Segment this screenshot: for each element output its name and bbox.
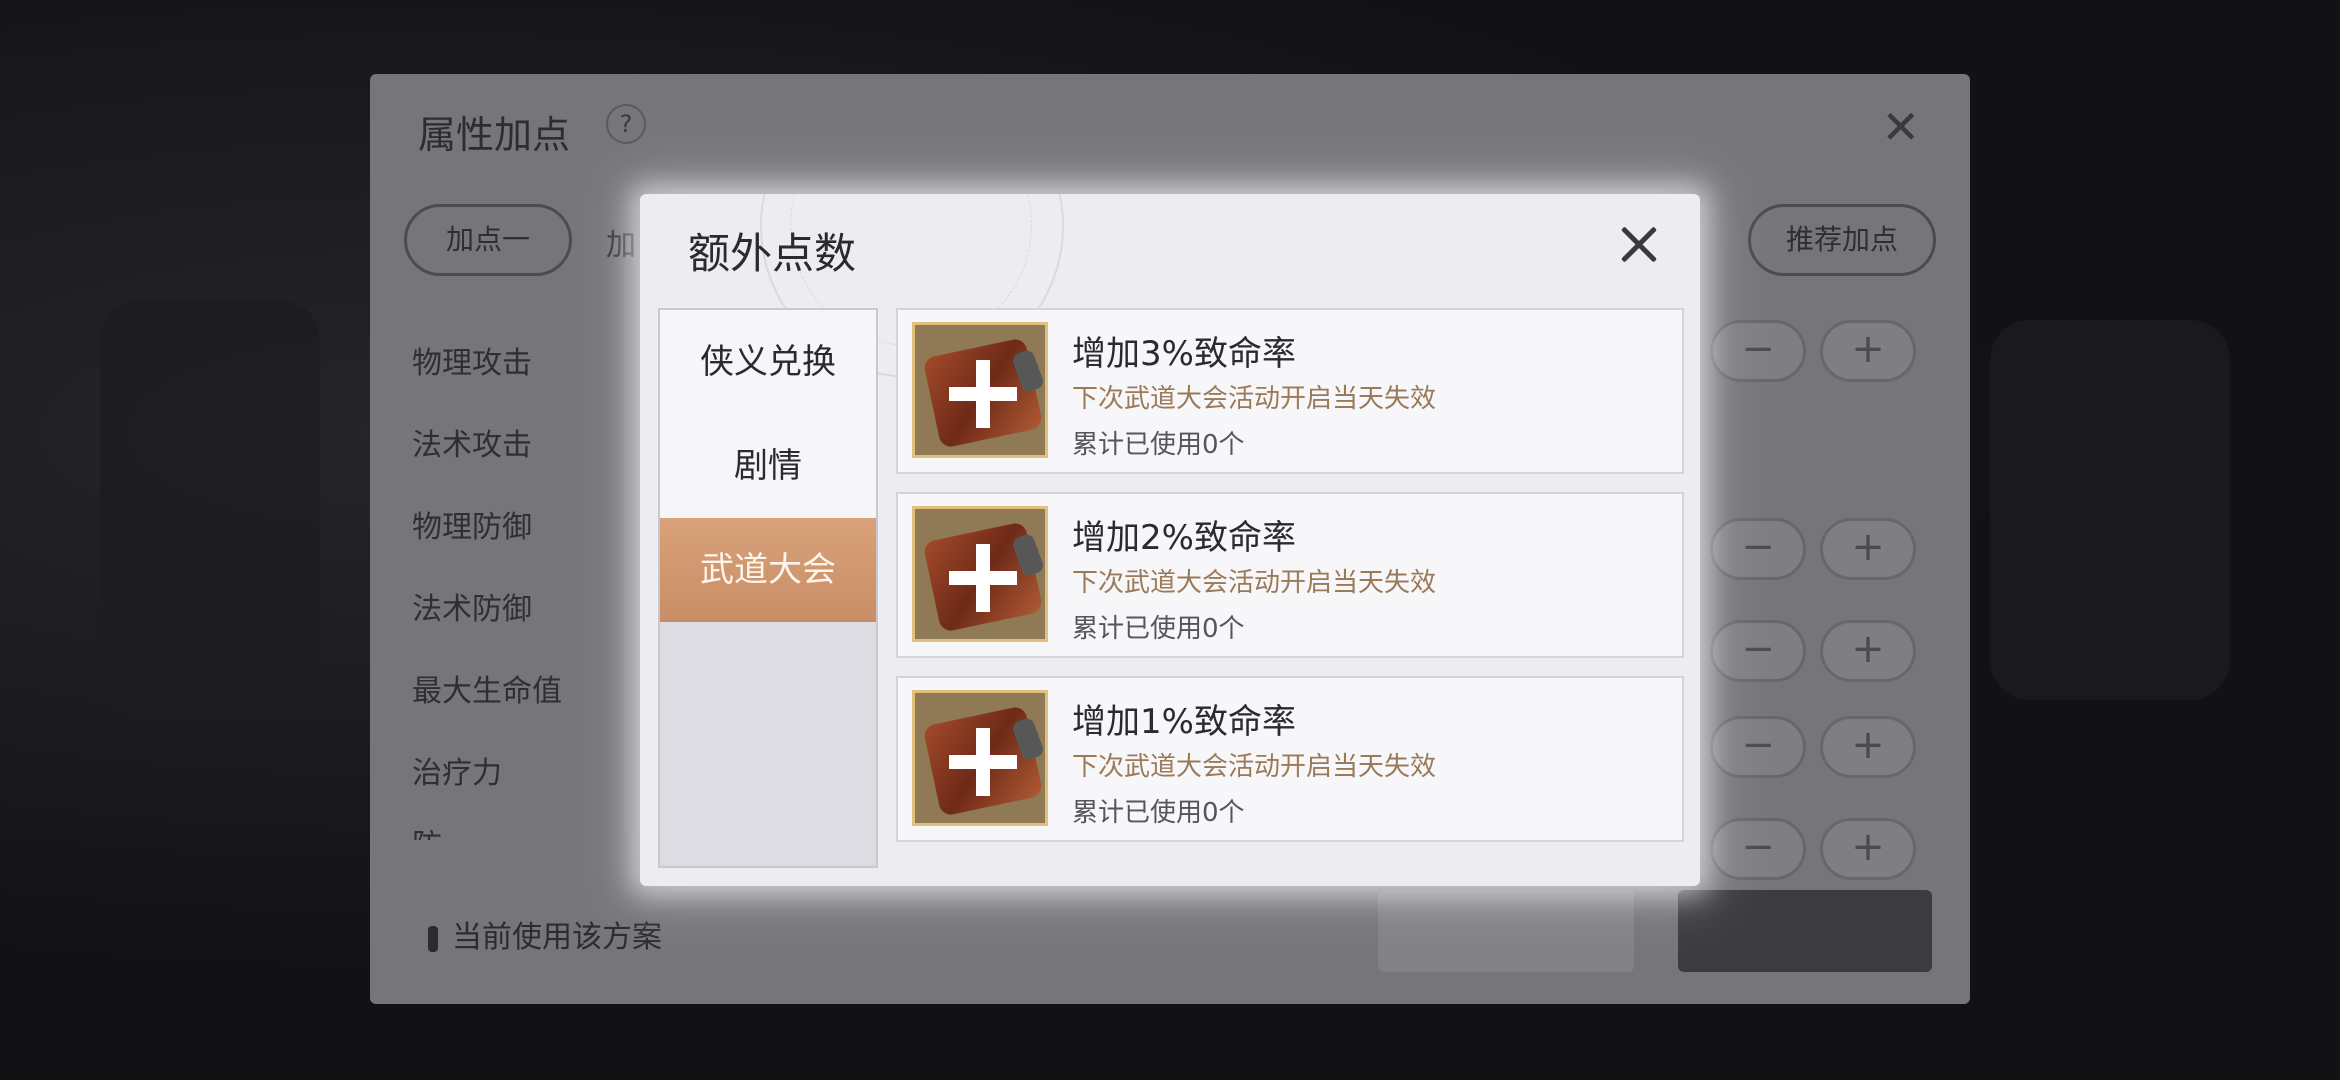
minus-button[interactable]: − bbox=[1710, 620, 1806, 682]
current-scheme-toggle[interactable]: 当前使用该方案 bbox=[428, 912, 662, 956]
plus-button[interactable]: + bbox=[1820, 716, 1916, 778]
list-item[interactable]: 增加1%致命率 下次武道大会活动开启当天失效 累计已使用0个 bbox=[896, 676, 1684, 842]
stat-label: 物理攻击 bbox=[412, 346, 532, 381]
scheme-tab-1[interactable]: 加点一 bbox=[404, 204, 572, 276]
extra-points-modal: 额外点数 侠义兑换 剧情 武道大会 增加3%致命率 下次武道大会活动开启当天失效… bbox=[640, 194, 1700, 886]
plus-button[interactable]: + bbox=[1820, 320, 1916, 382]
help-icon[interactable]: ? bbox=[606, 104, 646, 144]
stat-label: 法术攻击 bbox=[412, 428, 532, 463]
plus-icon-v bbox=[976, 728, 990, 796]
attribute-panel-title: 属性加点 bbox=[418, 113, 571, 157]
minus-button[interactable]: − bbox=[1710, 716, 1806, 778]
stat-label: 治疗力 bbox=[412, 756, 502, 791]
stat-label: 防 bbox=[412, 820, 442, 840]
crit-scroll-icon bbox=[912, 506, 1048, 642]
backdrop-shape bbox=[1990, 320, 2230, 700]
item-used-count: 累计已使用0个 bbox=[1072, 614, 1245, 644]
plus-icon-v bbox=[976, 544, 990, 612]
backdrop-shape bbox=[100, 300, 320, 720]
crit-scroll-icon bbox=[912, 690, 1048, 826]
plus-button[interactable]: + bbox=[1820, 518, 1916, 580]
item-name: 增加2%致命率 bbox=[1072, 518, 1296, 558]
tab-story[interactable]: 剧情 bbox=[660, 414, 876, 518]
current-scheme-label: 当前使用该方案 bbox=[452, 920, 662, 955]
attribute-panel-close-icon[interactable]: ✕ bbox=[1881, 100, 1920, 154]
item-used-count: 累计已使用0个 bbox=[1072, 430, 1245, 460]
item-name: 增加1%致命率 bbox=[1072, 702, 1296, 742]
tab-martial-tournament[interactable]: 武道大会 bbox=[660, 518, 876, 622]
item-expire: 下次武道大会活动开启当天失效 bbox=[1072, 384, 1437, 414]
minus-button[interactable]: − bbox=[1710, 320, 1806, 382]
list-item[interactable]: 增加2%致命率 下次武道大会活动开启当天失效 累计已使用0个 bbox=[896, 492, 1684, 658]
modal-title: 额外点数 bbox=[688, 229, 857, 278]
plus-button[interactable]: + bbox=[1820, 818, 1916, 880]
stat-label: 物理防御 bbox=[412, 510, 532, 545]
minus-button[interactable]: − bbox=[1710, 518, 1806, 580]
confirm-button[interactable] bbox=[1678, 890, 1932, 972]
item-used-count: 累计已使用0个 bbox=[1072, 798, 1245, 828]
minus-button[interactable]: − bbox=[1710, 818, 1806, 880]
stat-label: 法术防御 bbox=[412, 592, 532, 627]
plus-button[interactable]: + bbox=[1820, 620, 1916, 682]
stat-label: 最大生命值 bbox=[412, 674, 562, 709]
scheme-radio-icon bbox=[428, 925, 438, 952]
tab-xiayi-exchange[interactable]: 侠义兑换 bbox=[660, 310, 876, 414]
item-expire: 下次武道大会活动开启当天失效 bbox=[1072, 752, 1437, 782]
crit-scroll-icon bbox=[912, 322, 1048, 458]
source-tabs: 侠义兑换 剧情 武道大会 bbox=[658, 308, 878, 868]
close-icon[interactable] bbox=[1612, 218, 1666, 272]
reset-button[interactable] bbox=[1378, 890, 1634, 972]
list-item[interactable]: 增加3%致命率 下次武道大会活动开启当天失效 累计已使用0个 bbox=[896, 308, 1684, 474]
scheme-tab-2[interactable]: 加 bbox=[606, 220, 636, 264]
item-expire: 下次武道大会活动开启当天失效 bbox=[1072, 568, 1437, 598]
recommend-button[interactable]: 推荐加点 bbox=[1748, 204, 1936, 276]
plus-icon-v bbox=[976, 360, 990, 428]
item-name: 增加3%致命率 bbox=[1072, 334, 1296, 374]
